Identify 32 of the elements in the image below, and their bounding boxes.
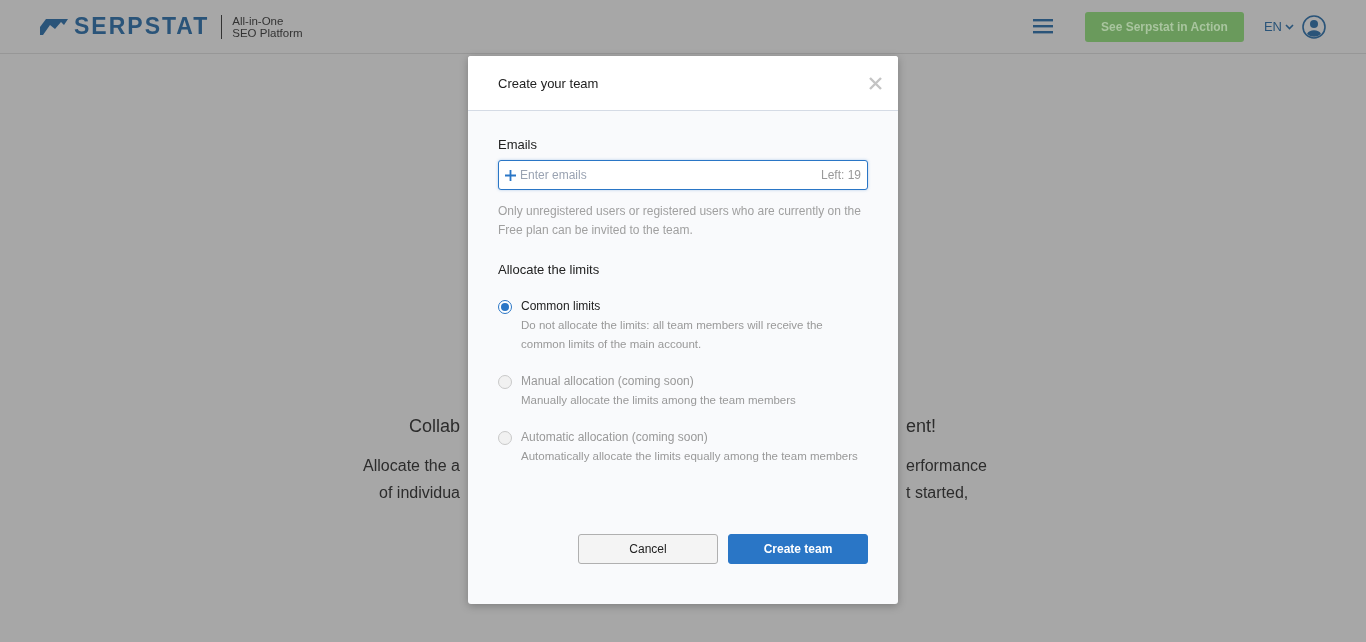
option-title: Automatic allocation (coming soon) [521, 430, 709, 445]
option-description: Automatically allocate the limits equally among the team members [521, 449, 858, 464]
tagline: All-in-One SEO Platform [232, 14, 303, 39]
description-text: erformance [906, 456, 988, 476]
description-text: of individua [378, 483, 460, 503]
heading-text: ent! [906, 415, 938, 438]
description-text: Allocate the a [362, 456, 460, 476]
emails-counter: Left: 19 [820, 168, 861, 182]
logo-text: SERPSTAT [74, 13, 210, 40]
demo-button[interactable]: See Serpstat in Action [1084, 11, 1244, 42]
close-icon[interactable] [869, 76, 882, 90]
user-icon[interactable] [1302, 14, 1326, 39]
logo-icon [40, 18, 68, 35]
option-title: Manual allocation (coming soon) [521, 374, 695, 389]
emails-field[interactable]: Enter emails Left: 19 [498, 160, 868, 190]
invite-note: Only unregistered users or registered users who are currently on the Free plan can be invited to the team. [498, 203, 862, 239]
description-text: t started, [906, 483, 970, 503]
option-title: Common limits [521, 299, 602, 314]
plus-icon[interactable] [505, 169, 516, 181]
emails-label: Emails [498, 137, 538, 152]
emails-input[interactable]: Enter emails [520, 168, 817, 182]
option-description: Do not allocate the limits: all team members will receive the common limits of the main account. [521, 318, 824, 352]
radio-button[interactable] [498, 300, 512, 314]
dialog-title: Create your team [498, 75, 600, 91]
limits-label: Allocate the limits [498, 262, 601, 277]
language-selector[interactable]: EN [1263, 19, 1294, 34]
chevron-icon[interactable] [1285, 23, 1294, 30]
heading-text: Collab [407, 415, 460, 438]
create-team-button[interactable]: Create team [728, 534, 868, 564]
cancel-button[interactable]: Cancel [578, 534, 718, 564]
menu-icon[interactable] [1032, 19, 1053, 34]
option-description: Manually allocate the limits among the team members [521, 393, 796, 408]
